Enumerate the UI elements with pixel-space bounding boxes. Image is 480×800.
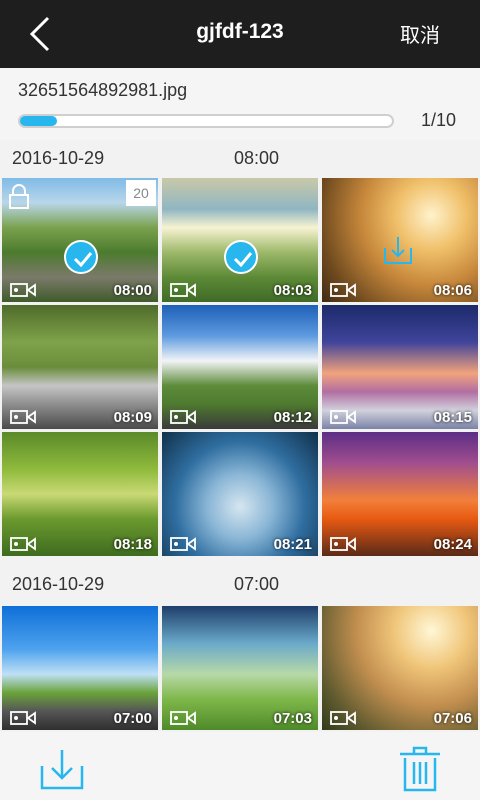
progress-bar — [18, 114, 394, 128]
video-camera-icon — [170, 537, 196, 551]
video-thumbnail[interactable]: 08:09 — [2, 305, 158, 429]
video-camera-icon — [10, 711, 36, 725]
video-camera-icon — [330, 410, 356, 424]
thumbnail-time: 07:06 — [433, 710, 472, 727]
download-icon — [382, 234, 414, 266]
download-button[interactable] — [38, 744, 86, 792]
video-thumbnail[interactable]: 08:18 — [2, 432, 158, 556]
download-icon — [40, 750, 84, 790]
video-thumbnail[interactable]: 07:06 — [322, 606, 478, 730]
thumbnail-time: 07:03 — [273, 710, 312, 727]
check-circle-icon[interactable] — [224, 240, 258, 274]
group-date: 2016-10-29 — [12, 148, 105, 168]
check-circle-icon[interactable] — [64, 240, 98, 274]
video-thumbnail[interactable]: 07:03 — [162, 606, 318, 730]
video-camera-icon — [10, 410, 36, 424]
top-bar: gjfdf-123 取消 — [0, 0, 480, 68]
video-thumbnail[interactable]: 08:15 — [322, 305, 478, 429]
thumbnail-time: 07:00 — [113, 710, 152, 727]
thumbnail-grid: 07:00 07:03 07:06 — [2, 606, 478, 730]
group-date: 2016-10-29 — [12, 574, 105, 594]
thumbnail-time: 08:12 — [273, 409, 312, 426]
video-thumbnail[interactable]: 08:24 — [322, 432, 478, 556]
thumbnail-grid: 08:00 20 08:03 08:06 08:09 08:12 08:15 08:18 08:… — [2, 178, 478, 556]
video-camera-icon — [10, 537, 36, 551]
video-camera-icon — [170, 410, 196, 424]
trash-icon — [400, 746, 440, 792]
video-thumbnail[interactable]: 08:03 — [162, 178, 318, 302]
progress-count: 1/10 — [420, 110, 456, 130]
video-camera-icon — [170, 711, 196, 725]
current-filename: 32651564892981.jpg — [18, 80, 188, 100]
video-camera-icon — [330, 283, 356, 297]
group-time: 07:00 — [234, 574, 280, 594]
video-camera-icon — [170, 283, 196, 297]
video-thumbnail[interactable]: 08:21 — [162, 432, 318, 556]
date-group-header: 2016-10-29 07:00 — [0, 566, 480, 602]
count-badge: 20 — [126, 180, 156, 206]
delete-button[interactable] — [396, 744, 444, 792]
lock-icon — [8, 184, 30, 210]
video-thumbnail[interactable]: 08:12 — [162, 305, 318, 429]
thumbnail-time: 08:15 — [433, 409, 472, 426]
thumbnail-time: 08:18 — [113, 536, 152, 553]
video-camera-icon — [330, 537, 356, 551]
progress-bar-fill — [20, 116, 58, 126]
thumbnail-time: 08:24 — [433, 536, 472, 553]
thumbnail-time: 08:06 — [433, 282, 472, 299]
video-thumbnail[interactable]: 08:00 20 — [2, 178, 158, 302]
cancel-button[interactable]: 取消 — [400, 19, 440, 48]
video-camera-icon — [10, 283, 36, 297]
thumbnail-time: 08:09 — [113, 409, 152, 426]
date-group-header: 2016-10-29 08:00 — [0, 140, 480, 176]
video-thumbnail[interactable]: 07:00 — [2, 606, 158, 730]
thumbnail-time: 08:00 — [113, 282, 152, 299]
thumbnail-time: 08:21 — [273, 536, 312, 553]
group-time: 08:00 — [234, 148, 280, 168]
bottom-toolbar — [0, 732, 480, 800]
thumbnail-time: 08:03 — [273, 282, 312, 299]
download-progress-panel: 32651564892981.jpg 1/10 — [0, 68, 480, 140]
video-camera-icon — [330, 711, 356, 725]
video-thumbnail[interactable]: 08:06 — [322, 178, 478, 302]
